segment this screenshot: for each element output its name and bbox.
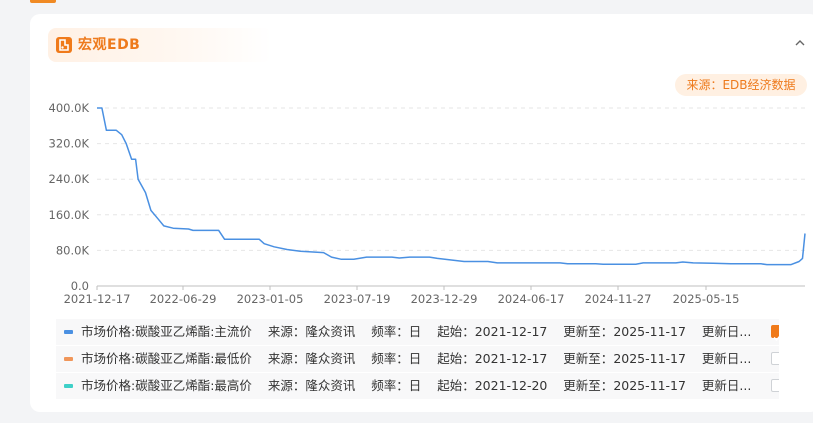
- series-color-swatch: [64, 357, 73, 361]
- y-tick-label: 320.0K: [49, 137, 90, 151]
- frequency-value: 日: [408, 378, 422, 393]
- updated-to-date: 2025-11-17: [613, 351, 686, 366]
- series-checkbox[interactable]: [771, 379, 779, 392]
- updated-to-date: 2025-11-17: [613, 378, 686, 393]
- x-tick-label: 2021-12-17: [64, 292, 131, 306]
- y-tick-label: 240.0K: [49, 172, 90, 186]
- start-label: 起始：: [437, 324, 475, 339]
- price-line-chart: 400.0K 320.0K 240.0K 160.0K 80.0K 0.02021-12-…: [49, 101, 806, 306]
- legend-row[interactable]: 市场价格:碳酸亚乙烯酯:最低价 来源：隆众资讯 频率：日 起始：2021-12-…: [56, 346, 779, 373]
- updated-to-label: 更新至：: [563, 324, 614, 339]
- source-value: 隆众资讯: [305, 351, 356, 366]
- x-tick-label: 2023-12-29: [411, 292, 478, 306]
- x-tick-label: 2023-01-05: [237, 292, 304, 306]
- series-name: 市场价格:碳酸亚乙烯酯:最高价: [81, 378, 252, 393]
- update-date-label: 更新日...: [701, 378, 752, 393]
- x-tick-label: 2024-11-27: [585, 292, 652, 306]
- y-tick-label: 0.0: [71, 279, 89, 293]
- series-name: 市场价格:碳酸亚乙烯酯:最低价: [81, 351, 252, 366]
- source-value: 隆众资讯: [305, 378, 356, 393]
- start-date: 2021-12-17: [474, 324, 548, 339]
- updated-to-date: 2025-11-17: [613, 324, 686, 339]
- source-label: 来源：: [267, 351, 306, 366]
- y-tick-label: 160.0K: [49, 208, 90, 222]
- legend-text: 市场价格:碳酸亚乙烯酯:主流价 来源：隆众资讯 频率：日 起始：2021-12-…: [81, 319, 751, 345]
- start-label: 起始：: [437, 378, 475, 393]
- x-tick-label: 2022-06-29: [150, 292, 217, 306]
- y-tick-label: 80.0K: [56, 243, 90, 257]
- frequency-label: 频率：: [371, 324, 409, 339]
- start-label: 起始：: [437, 351, 475, 366]
- series-color-swatch: [64, 384, 73, 388]
- legend-text: 市场价格:碳酸亚乙烯酯:最高价 来源：隆众资讯 频率：日 起始：2021-12-…: [81, 373, 751, 399]
- series-line: [97, 107, 806, 266]
- frequency-value: 日: [408, 351, 422, 366]
- updated-to-label: 更新至：: [563, 378, 614, 393]
- frequency-value: 日: [408, 324, 422, 339]
- legend-row[interactable]: 市场价格:碳酸亚乙烯酯:主流价 来源：隆众资讯 频率：日 起始：2021-12-…: [56, 319, 779, 346]
- y-tick-label: 400.0K: [49, 101, 90, 115]
- series-color-swatch: [64, 330, 73, 334]
- legend-row[interactable]: 市场价格:碳酸亚乙烯酯:最高价 来源：隆众资讯 频率：日 起始：2021-12-…: [56, 373, 779, 400]
- x-tick-label: 2023-07-19: [324, 292, 391, 306]
- series-name: 市场价格:碳酸亚乙烯酯:主流价: [81, 324, 252, 339]
- x-tick-label: 2025-05-15: [673, 292, 740, 306]
- frequency-label: 频率：: [371, 378, 409, 393]
- series-checkbox[interactable]: [771, 325, 779, 342]
- series-checkbox[interactable]: [771, 352, 779, 365]
- start-date: 2021-12-17: [474, 351, 548, 366]
- source-label: 来源：: [267, 378, 306, 393]
- update-date-label: 更新日...: [701, 324, 752, 339]
- start-date: 2021-12-20: [474, 378, 548, 393]
- frequency-label: 频率：: [371, 351, 409, 366]
- source-label: 来源：: [267, 324, 306, 339]
- x-tick-label: 2024-06-17: [498, 292, 565, 306]
- source-value: 隆众资讯: [305, 324, 356, 339]
- legend-text: 市场价格:碳酸亚乙烯酯:最低价 来源：隆众资讯 频率：日 起始：2021-12-…: [81, 346, 751, 372]
- updated-to-label: 更新至：: [563, 351, 614, 366]
- update-date-label: 更新日...: [701, 351, 752, 366]
